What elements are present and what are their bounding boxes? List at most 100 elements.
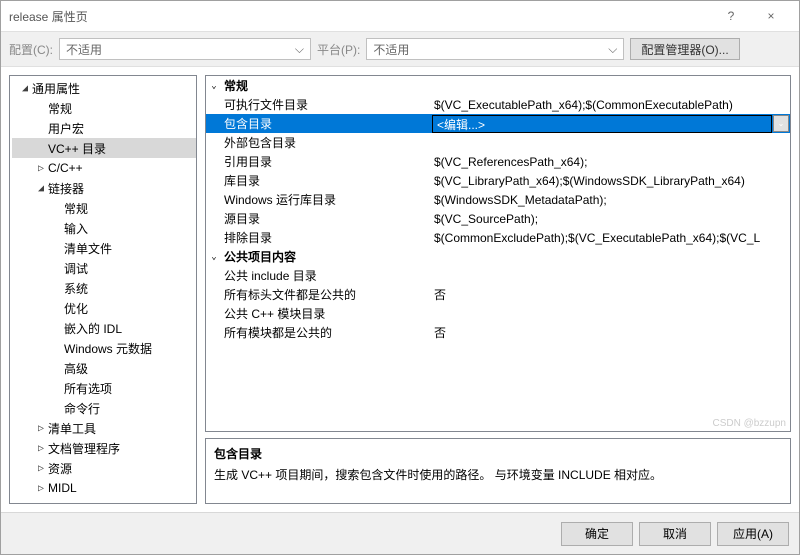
tree-arrow-icon: ▷ — [34, 483, 48, 494]
property-name: Windows 运行库目录 — [222, 191, 432, 208]
tree-item-label: 常规 — [48, 100, 72, 117]
property-value[interactable]: 否 — [432, 286, 790, 303]
ok-button[interactable]: 确定 — [561, 522, 633, 546]
dropdown-button[interactable]: ⌄ — [773, 115, 789, 132]
property-name: 所有标头文件都是公共的 — [222, 286, 432, 303]
property-value[interactable]: $(VC_LibraryPath_x64);$(WindowsSDK_Libra… — [432, 174, 790, 188]
property-name: 源目录 — [222, 210, 432, 227]
property-name: 公共 include 目录 — [222, 267, 432, 284]
tree-item[interactable]: 输入 — [12, 218, 196, 238]
tree-item[interactable]: 常规 — [12, 198, 196, 218]
tree-item-label: 通用属性 — [32, 80, 80, 97]
tree-item[interactable]: ▷资源 — [12, 458, 196, 478]
config-toolbar: 配置(C): 不适用 ⌵ 平台(P): 不适用 ⌵ 配置管理器(O)... — [1, 31, 799, 67]
tree-item-label: VC++ 目录 — [48, 140, 106, 157]
tree-item-label: 输入 — [64, 220, 88, 237]
property-value[interactable]: $(CommonExcludePath);$(VC_ExecutablePath… — [432, 231, 790, 245]
tree-item-label: 命令行 — [64, 400, 100, 417]
tree-item[interactable]: 常规 — [12, 98, 196, 118]
tree-item[interactable]: 命令行 — [12, 398, 196, 418]
tree-item-label: 文档管理程序 — [48, 440, 120, 457]
tree-item[interactable]: 调试 — [12, 258, 196, 278]
config-value: 不适用 — [66, 41, 102, 58]
tree-item[interactable]: 系统 — [12, 278, 196, 298]
edit-dropdown-item[interactable]: <编辑...> — [432, 115, 772, 133]
window-title: release 属性页 — [9, 8, 711, 25]
tree-item[interactable]: ▷文档管理程序 — [12, 438, 196, 458]
collapse-icon[interactable]: ⌄ — [206, 252, 222, 262]
property-value[interactable]: $(VC_ExecutablePath_x64);$(CommonExecuta… — [432, 98, 790, 112]
tree-item-label: 所有选项 — [64, 380, 112, 397]
platform-combo[interactable]: 不适用 ⌵ — [366, 38, 624, 60]
property-name: 公共 C++ 模块目录 — [222, 305, 432, 322]
help-button[interactable]: ? — [711, 1, 751, 31]
tree-item[interactable]: Windows 元数据 — [12, 338, 196, 358]
tree-item[interactable]: 高级 — [12, 358, 196, 378]
grid-row[interactable]: 排除目录$(CommonExcludePath);$(VC_Executable… — [206, 228, 790, 247]
config-combo[interactable]: 不适用 ⌵ — [59, 38, 311, 60]
tree-item-label: 优化 — [64, 300, 88, 317]
grid-row[interactable]: 引用目录$(VC_ReferencesPath_x64); — [206, 152, 790, 171]
property-name: 排除目录 — [222, 229, 432, 246]
section-title: 公共项目内容 — [222, 248, 432, 265]
property-grid: ⌄常规可执行文件目录$(VC_ExecutablePath_x64);$(Com… — [205, 75, 791, 432]
tree-item[interactable]: ▷MIDL — [12, 478, 196, 498]
config-manager-button[interactable]: 配置管理器(O)... — [630, 38, 739, 60]
tree-item-label: MIDL — [48, 481, 77, 495]
tree-item[interactable]: 所有选项 — [12, 378, 196, 398]
property-value[interactable]: $(VC_SourcePath); — [432, 212, 790, 226]
grid-section-header: ⌄常规 — [206, 76, 790, 95]
chevron-down-icon: ⌵ — [608, 42, 617, 57]
right-panel: ⌄常规可执行文件目录$(VC_ExecutablePath_x64);$(Com… — [205, 75, 791, 504]
tree-item-label: 高级 — [64, 360, 88, 377]
grid-row[interactable]: 公共 C++ 模块目录 — [206, 304, 790, 323]
main-area: ◢通用属性常规用户宏VC++ 目录▷C/C++◢链接器常规输入清单文件调试系统优… — [1, 67, 799, 512]
property-name: 所有模块都是公共的 — [222, 324, 432, 341]
footer: 确定 取消 应用(A) — [1, 512, 799, 554]
apply-button[interactable]: 应用(A) — [717, 522, 789, 546]
property-value[interactable]: 否 — [432, 324, 790, 341]
property-value[interactable]: $(WindowsSDK_MetadataPath); — [432, 193, 790, 207]
tree-item-label: C/C++ — [48, 161, 83, 175]
collapse-icon[interactable]: ⌄ — [206, 81, 222, 91]
property-value[interactable]: $(VC_ReferencesPath_x64); — [432, 155, 790, 169]
description-title: 包含目录 — [214, 445, 782, 462]
cancel-button[interactable]: 取消 — [639, 522, 711, 546]
tree-item-label: 嵌入的 IDL — [64, 320, 122, 337]
close-button[interactable]: × — [751, 1, 791, 31]
grid-row[interactable]: Windows 运行库目录$(WindowsSDK_MetadataPath); — [206, 190, 790, 209]
grid-row[interactable]: 可执行文件目录$(VC_ExecutablePath_x64);$(Common… — [206, 95, 790, 114]
property-name: 库目录 — [222, 172, 432, 189]
grid-row[interactable]: 公共 include 目录 — [206, 266, 790, 285]
tree-item[interactable]: 优化 — [12, 298, 196, 318]
grid-row[interactable]: 所有标头文件都是公共的否 — [206, 285, 790, 304]
category-tree[interactable]: ◢通用属性常规用户宏VC++ 目录▷C/C++◢链接器常规输入清单文件调试系统优… — [9, 75, 197, 504]
property-name: 引用目录 — [222, 153, 432, 170]
tree-item[interactable]: 用户宏 — [12, 118, 196, 138]
tree-item-label: 链接器 — [48, 180, 84, 197]
tree-item[interactable]: ◢通用属性 — [12, 78, 196, 98]
tree-item[interactable]: ▷清单工具 — [12, 418, 196, 438]
tree-item[interactable]: VC++ 目录 — [12, 138, 196, 158]
chevron-down-icon: ⌵ — [295, 42, 304, 57]
grid-row[interactable]: 外部包含目录 — [206, 133, 790, 152]
tree-arrow-icon: ▷ — [34, 443, 48, 454]
tree-item-label: 资源 — [48, 460, 72, 477]
grid-section-header: ⌄公共项目内容 — [206, 247, 790, 266]
platform-label: 平台(P): — [317, 41, 360, 58]
tree-item-label: 系统 — [64, 280, 88, 297]
tree-item-label: 常规 — [64, 200, 88, 217]
tree-item-label: 清单工具 — [48, 420, 96, 437]
grid-row[interactable]: 源目录$(VC_SourcePath); — [206, 209, 790, 228]
tree-item[interactable]: ▷C/C++ — [12, 158, 196, 178]
grid-row[interactable]: 库目录$(VC_LibraryPath_x64);$(WindowsSDK_Li… — [206, 171, 790, 190]
titlebar: release 属性页 ? × — [1, 1, 799, 31]
section-title: 常规 — [222, 77, 432, 94]
description-body: 生成 VC++ 项目期间，搜索包含文件时使用的路径。 与环境变量 INCLUDE… — [214, 466, 782, 483]
grid-row[interactable]: 所有模块都是公共的否 — [206, 323, 790, 342]
tree-item[interactable]: 嵌入的 IDL — [12, 318, 196, 338]
tree-item[interactable]: 清单文件 — [12, 238, 196, 258]
property-name: 可执行文件目录 — [222, 96, 432, 113]
tree-item-label: 用户宏 — [48, 120, 84, 137]
tree-item[interactable]: ◢链接器 — [12, 178, 196, 198]
